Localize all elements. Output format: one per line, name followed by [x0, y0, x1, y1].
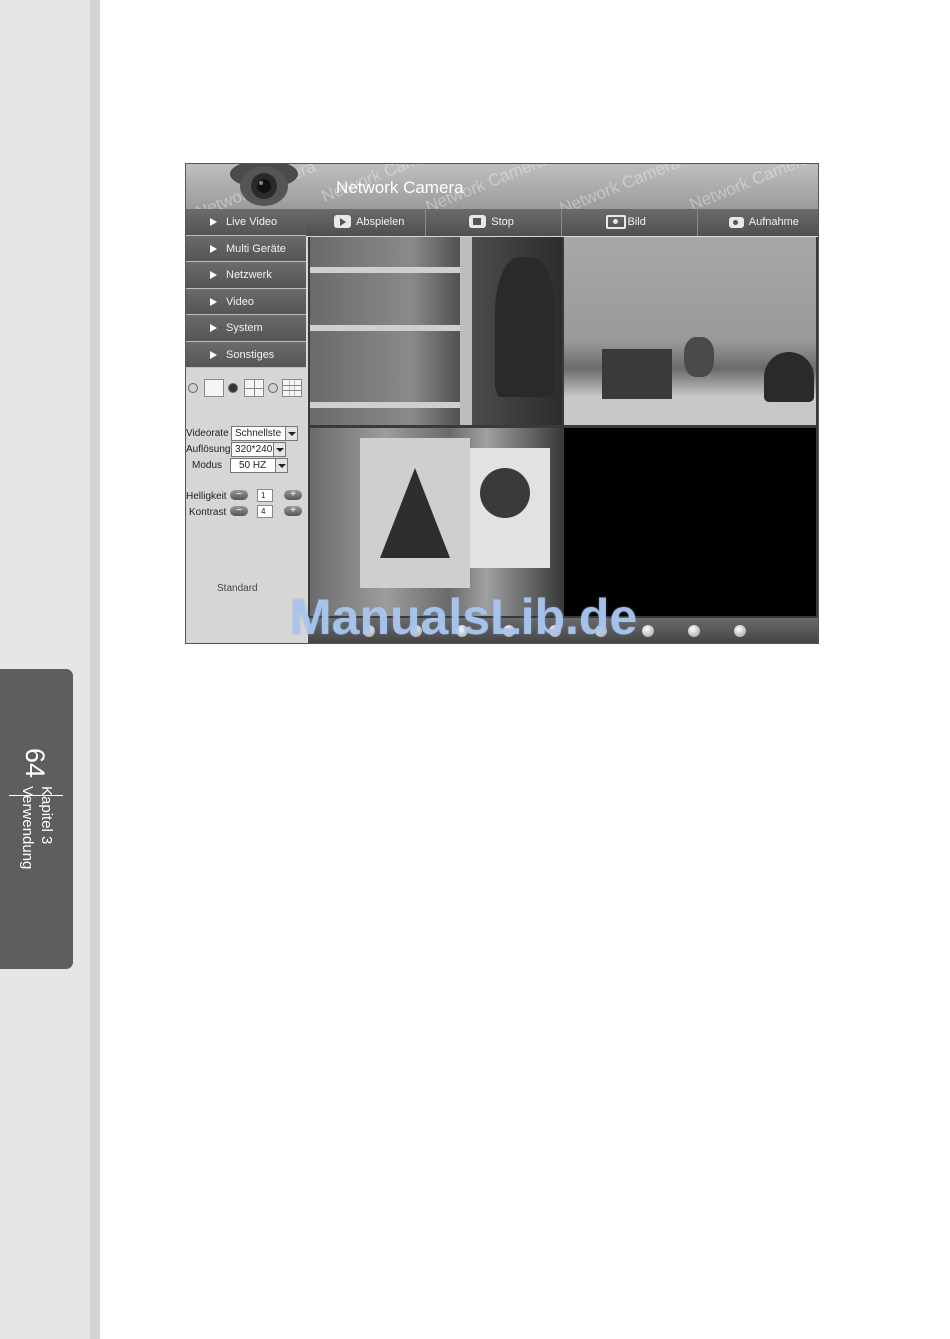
sidebar-item-label: Sonstiges: [226, 348, 275, 361]
feed-person: [764, 352, 814, 402]
kontrast-value[interactable]: 4: [257, 505, 273, 518]
manual-page: 64 Kapitel 3 Verwendung Network Camera N…: [0, 0, 950, 1339]
feed-person: [684, 337, 714, 377]
status-indicator: [734, 625, 746, 637]
videorate-value: Schnellste: [235, 428, 282, 439]
arrow-right-icon: [210, 218, 217, 226]
camera-icon: [605, 215, 626, 229]
kontrast-label: Kontrast: [189, 507, 227, 518]
aufloesung-label: Auflösung: [186, 444, 231, 455]
dome-camera-icon: [230, 164, 298, 206]
sidebar-item-label: System: [226, 322, 263, 334]
sidebar-item-video[interactable]: Video: [186, 288, 306, 315]
aufloesung-value: 320*240: [235, 444, 273, 455]
sidebar-item-netzwerk[interactable]: Netzwerk: [186, 262, 306, 289]
feed-shelf-post: [460, 237, 472, 425]
abspielen-button[interactable]: Abspielen: [306, 209, 425, 236]
app-header: Network Camera Network Camera Network Ca…: [186, 164, 818, 209]
helligkeit-plus-button[interactable]: +: [284, 490, 302, 500]
status-indicator: [688, 625, 700, 637]
feed-photo-subject: [480, 468, 530, 518]
header-watermark: Network Camera: [556, 164, 683, 209]
header-watermark: Network Camera: [686, 164, 813, 209]
feed-plant: [495, 257, 555, 397]
arrow-right-icon: [210, 297, 217, 306]
sidebar: Live Video Multi Geräte Netzwerk Video S…: [186, 209, 306, 643]
network-camera-app: Network Camera Network Camera Network Ca…: [185, 163, 819, 644]
feed-shelf: [310, 325, 470, 331]
feed-shelf: [310, 267, 470, 273]
feed-shelf: [310, 402, 470, 408]
bild-label: Bild: [627, 216, 646, 228]
kontrast-minus-button[interactable]: −: [230, 506, 248, 516]
arrow-right-icon: [210, 244, 217, 253]
feed-monitor: [602, 349, 672, 399]
video-feed-2[interactable]: [564, 237, 816, 425]
aufloesung-select[interactable]: 320*240: [231, 442, 286, 457]
chevron-down-icon[interactable]: [285, 427, 297, 440]
sidebar-item-label: Netzwerk: [226, 269, 272, 281]
sidebar-item-live-video[interactable]: Live Video: [186, 209, 306, 236]
video-feed-1[interactable]: [310, 237, 562, 425]
helligkeit-row: Helligkeit − 1 +: [186, 489, 306, 505]
videorate-select[interactable]: Schnellste: [231, 426, 298, 441]
arrow-right-icon: [210, 324, 217, 332]
videorate-label: Videorate: [186, 428, 229, 439]
layout-radio-4-views[interactable]: [228, 383, 238, 393]
abspielen-label: Abspielen: [356, 216, 405, 228]
chevron-down-icon[interactable]: [275, 459, 287, 472]
status-indicator: [642, 625, 654, 637]
layout-radio-9-views[interactable]: [268, 383, 278, 393]
arrow-right-icon: [210, 271, 217, 279]
helligkeit-value[interactable]: 1: [257, 489, 273, 502]
sidebar-item-multi-geraete[interactable]: Multi Geräte: [186, 235, 306, 262]
sidebar-item-label: Multi Geräte: [226, 242, 286, 255]
chapter-number: Kapitel 3: [38, 786, 55, 845]
stop-icon: [469, 215, 487, 228]
layout-picker: [186, 377, 306, 399]
video-grid: [308, 237, 818, 643]
sidebar-item-system[interactable]: System: [186, 315, 306, 342]
helligkeit-minus-button[interactable]: −: [230, 490, 248, 500]
page-margin-edge: [90, 0, 100, 1339]
stop-button[interactable]: Stop: [425, 209, 560, 236]
layout-9-views-icon[interactable]: [282, 379, 302, 397]
modus-select[interactable]: 50 HZ: [230, 458, 288, 473]
kontrast-row: Kontrast − 4 +: [186, 505, 306, 521]
modus-value: 50 HZ: [239, 460, 267, 471]
chevron-down-icon[interactable]: [273, 443, 285, 456]
kontrast-plus-button[interactable]: +: [284, 506, 302, 516]
modus-row: Modus 50 HZ: [186, 458, 306, 474]
bild-button[interactable]: Bild: [560, 209, 697, 236]
site-watermark: ManualsLib.de: [290, 589, 638, 645]
stop-label: Stop: [491, 216, 514, 228]
toolbar: Abspielen Stop Bild Aufnahme: [306, 209, 818, 236]
aufnahme-label: Aufnahme: [748, 216, 799, 228]
standard-button[interactable]: Standard: [217, 583, 258, 594]
page-number: 64: [20, 747, 50, 779]
videorate-row: Videorate Schnellste: [186, 426, 306, 442]
sidebar-item-sonstiges[interactable]: Sonstiges: [186, 341, 306, 368]
play-icon: [334, 215, 351, 228]
layout-4-views-icon[interactable]: [244, 379, 264, 397]
chapter-label: Kapitel 3 Verwendung: [14, 786, 56, 936]
record-icon: [728, 217, 744, 228]
sidebar-item-label: Video: [226, 295, 254, 308]
aufloesung-row: Auflösung 320*240: [186, 442, 306, 458]
chapter-title: Verwendung: [19, 786, 36, 870]
layout-radio-1-view[interactable]: [188, 383, 198, 393]
aufnahme-button[interactable]: Aufnahme: [696, 209, 818, 236]
arrow-right-icon: [210, 350, 217, 359]
layout-1-view-icon[interactable]: [204, 379, 224, 397]
helligkeit-label: Helligkeit: [186, 491, 227, 502]
sidebar-item-label: Live Video: [226, 216, 278, 228]
modus-label: Modus: [192, 460, 223, 471]
app-title: Network Camera: [336, 178, 464, 197]
